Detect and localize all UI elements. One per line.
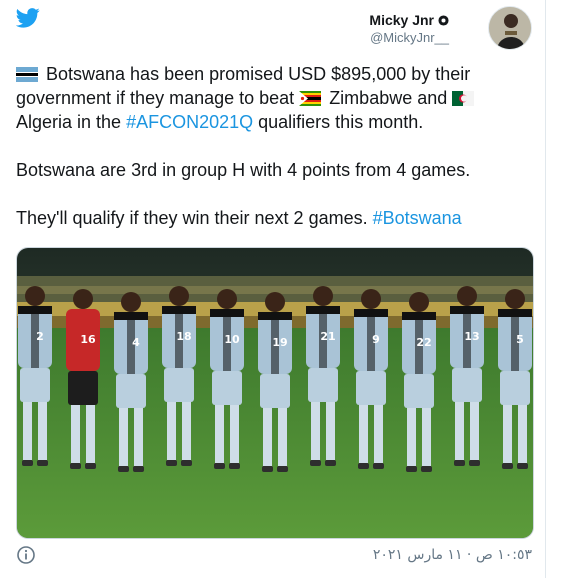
team-photo-image: 2 16 4 18 10 19 21 9 22 13 5 [17,248,533,538]
hashtag-afcon2021q[interactable]: #AFCON2021Q [126,112,253,132]
jersey-number: 2 [36,330,44,343]
gear-icon [438,14,449,26]
tweet-text-segment: qualifiers this month. [253,112,424,132]
jersey-number: 5 [516,333,524,346]
zimbabwe-flag-icon [299,91,322,106]
tweet-text-segment: Zimbabwe and [324,88,453,108]
jersey-number: 10 [224,333,240,346]
algeria-flag-icon [452,91,475,106]
twitter-bird-icon[interactable] [16,8,40,28]
tweet-text-segment: Algeria in the [16,112,127,132]
tweet-paragraph-1: Botswana has been promised USD $895,000 … [16,62,526,134]
jersey-number: 19 [272,336,287,349]
jersey-number: 13 [464,330,479,343]
author-name[interactable]: Micky Jnr [369,12,434,28]
tweet-card: Micky Jnr @MickyJnr__ Botswana has been … [0,0,546,578]
author-block[interactable]: Micky Jnr @MickyJnr__ [369,12,449,45]
tweet-paragraph-3: They'll qualify if they win their next 2… [16,206,526,230]
hashtag-botswana[interactable]: #Botswana [373,208,462,228]
tweet-footer: ١٠:٥٣ ص · ١١ مارس ٢٠٢١ [16,545,532,567]
tweet-photo[interactable]: 2 16 4 18 10 19 21 9 22 13 5 [16,247,534,539]
author-handle[interactable]: @MickyJnr__ [369,30,449,45]
avatar-image [489,7,531,49]
jersey-number: 21 [320,330,335,343]
jersey-number: 22 [416,336,431,349]
tweet-paragraph-2: Botswana are 3rd in group H with 4 point… [16,160,471,180]
tweet-text-segment: They'll qualify if they win their next 2… [16,208,373,228]
author-name-row: Micky Jnr [369,12,449,28]
tweet-text: Botswana has been promised USD $895,000 … [16,62,526,254]
jersey-number: 16 [80,333,96,346]
jersey-number: 9 [372,333,380,346]
tweet-timestamp[interactable]: ١٠:٥٣ ص · ١١ مارس ٢٠٢١ [373,547,532,563]
jersey-number: 4 [132,336,140,349]
avatar[interactable] [488,6,532,50]
jersey-number: 18 [176,330,191,343]
info-icon[interactable] [16,545,36,565]
botswana-flag-icon [16,67,38,82]
